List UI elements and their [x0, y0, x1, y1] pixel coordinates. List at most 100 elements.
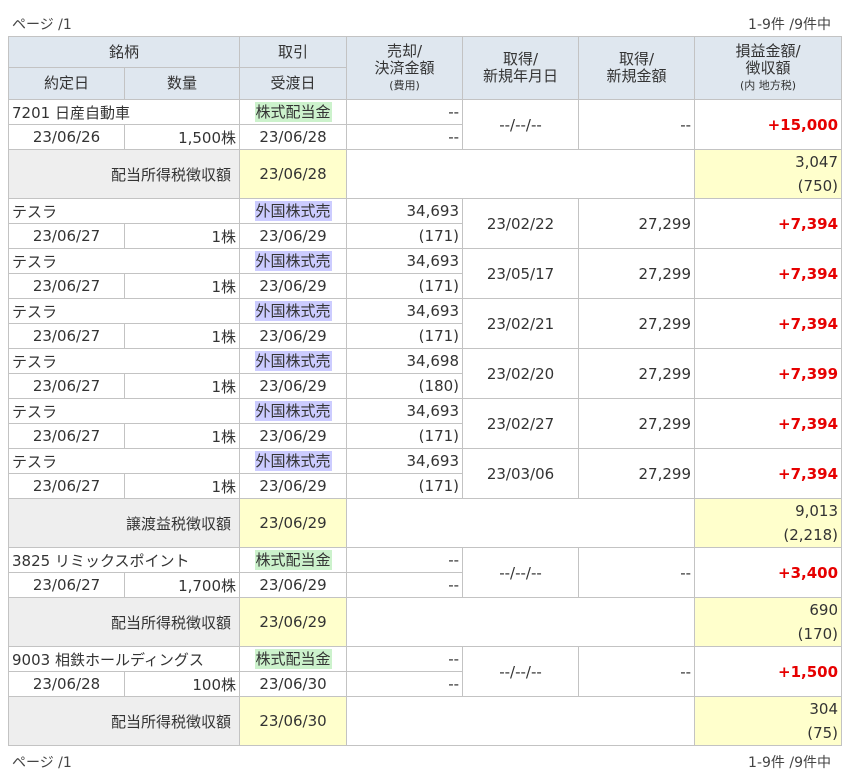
sell-amount: --: [346, 646, 464, 672]
trade-type-badge: 外国株式売: [254, 251, 332, 271]
tax-row: 配当所得税徴収額 23/06/28 3,047 (750): [7, 149, 843, 199]
header-shutoku-date-l1: 取得/: [502, 50, 539, 68]
acquisition-amount: 27,299: [578, 398, 696, 449]
trade-row: 3825 リミックスポイント 株式配当金 -- --/--/-- -- +3,400: [7, 547, 843, 598]
page-indicator: ページ /1: [12, 17, 72, 33]
tax-amount-cell: 3,047 (750): [694, 149, 843, 199]
tax-label: 配当所得税徴収額: [7, 696, 241, 746]
security-name[interactable]: テスラ: [7, 198, 241, 224]
quantity: 1株: [123, 223, 241, 249]
header-pl-l2: 徴収額: [745, 58, 791, 77]
acquisition-amount: --: [578, 99, 696, 150]
tax-blank: [346, 696, 696, 746]
header-shutoku-date-l2: 新規年月日: [483, 67, 559, 85]
trade-type-badge: 株式配当金: [254, 102, 332, 122]
settlement-date: 23/06/28: [239, 124, 348, 150]
acquisition-date: 23/02/22: [462, 198, 580, 249]
contract-date: 23/06/27: [8, 473, 125, 499]
profit-loss: +7,394: [694, 448, 843, 499]
tax-label: 譲渡益税徴収額: [7, 498, 241, 548]
sell-amount: 34,693: [346, 298, 464, 324]
profit-loss: +7,394: [694, 298, 843, 349]
sell-fee: --: [346, 572, 464, 598]
tax-blank: [346, 149, 696, 199]
tax-amount-cell: 690 (170): [694, 597, 843, 647]
settlement-date: 23/06/29: [239, 223, 348, 249]
acquisition-date: --/--/--: [462, 547, 580, 598]
header-baikyaku: 売却/ 決済金額 (費用): [346, 36, 464, 100]
sell-amount: --: [346, 99, 464, 125]
trade-row: テスラ 外国株式売 34,693 23/02/22 27,299 +7,394: [7, 198, 843, 249]
trade-row: 9003 相鉄ホールディングス 株式配当金 -- --/--/-- -- +1,500: [7, 646, 843, 697]
tax-blank: [346, 498, 696, 548]
tax-local-amount: (170): [797, 625, 839, 643]
trade-type-cell: 外国株式売: [239, 448, 348, 474]
tax-row: 配当所得税徴収額 23/06/30 304 (75): [7, 696, 843, 746]
trade-row: テスラ 外国株式売 34,693 23/05/17 27,299 +7,394: [7, 248, 843, 299]
quantity: 1株: [123, 323, 241, 349]
header-shutoku-amt-l1: 取得/: [618, 50, 655, 68]
tax-blank: [346, 597, 696, 647]
header-baikyaku-l3: (費用): [389, 78, 420, 92]
profit-loss: +7,394: [694, 398, 843, 449]
profit-loss: +7,394: [694, 248, 843, 299]
sell-fee: (171): [346, 273, 464, 299]
sell-amount: 34,693: [346, 398, 464, 424]
settlement-date: 23/06/29: [239, 473, 348, 499]
contract-date: 23/06/27: [8, 572, 125, 598]
header-baikyaku-l2: 決済金額: [374, 58, 435, 77]
tax-row: 配当所得税徴収額 23/06/29 690 (170): [7, 597, 843, 647]
acquisition-amount: 27,299: [578, 348, 696, 399]
contract-date: 23/06/27: [8, 223, 125, 249]
security-name[interactable]: テスラ: [7, 348, 241, 374]
trade-type-badge: 株式配当金: [254, 649, 332, 669]
trade-type-badge: 外国株式売: [254, 401, 332, 421]
header-meigara: 銘柄: [7, 36, 241, 68]
header-pl: 損益金額/ 徴収額 (内 地方税): [694, 36, 843, 100]
trade-type-badge: 外国株式売: [254, 451, 332, 471]
trade-row: テスラ 外国株式売 34,693 23/02/27 27,299 +7,394: [7, 398, 843, 449]
header-suryo: 数量: [123, 67, 241, 100]
settlement-date: 23/06/29: [239, 323, 348, 349]
trade-row: テスラ 外国株式売 34,693 23/03/06 27,299 +7,394: [7, 448, 843, 499]
security-name[interactable]: 3825 リミックスポイント: [7, 547, 241, 573]
security-name[interactable]: 9003 相鉄ホールディングス: [7, 646, 241, 672]
quantity: 1株: [123, 423, 241, 449]
trade-type-cell: 株式配当金: [239, 646, 348, 672]
trade-row: テスラ 外国株式売 34,698 23/02/20 27,299 +7,399: [7, 348, 843, 399]
acquisition-date: 23/05/17: [462, 248, 580, 299]
sell-amount: 34,693: [346, 248, 464, 274]
security-name[interactable]: テスラ: [7, 398, 241, 424]
sell-fee: (171): [346, 423, 464, 449]
sell-fee: (171): [346, 473, 464, 499]
tax-local-amount: (75): [807, 724, 839, 742]
tax-label: 配当所得税徴収額: [7, 597, 241, 647]
settlement-date: 23/06/29: [239, 373, 348, 399]
security-name[interactable]: テスラ: [7, 448, 241, 474]
trade-history-table: 銘柄 取引 売却/ 決済金額 (費用) 取得/ 新規年月日 取得/ 新規金額 損…: [7, 36, 843, 746]
sell-amount: --: [346, 547, 464, 573]
security-name[interactable]: テスラ: [7, 248, 241, 274]
sell-amount: 34,693: [346, 198, 464, 224]
acquisition-amount: --: [578, 547, 696, 598]
settlement-date: 23/06/29: [239, 273, 348, 299]
pager-bottom: ページ /1 1-9件 /9件中: [12, 752, 831, 772]
header-ukewatashi: 受渡日: [239, 67, 348, 100]
profit-loss: +7,394: [694, 198, 843, 249]
acquisition-date: 23/03/06: [462, 448, 580, 499]
security-name[interactable]: 7201 日産自動車: [7, 99, 241, 125]
tax-amount: 304: [809, 700, 839, 718]
tax-date: 23/06/30: [239, 696, 348, 746]
security-name[interactable]: テスラ: [7, 298, 241, 324]
tax-date: 23/06/28: [239, 149, 348, 199]
quantity: 100株: [123, 671, 241, 697]
result-count: 1-9件 /9件中: [748, 17, 831, 33]
trade-type-cell: 外国株式売: [239, 248, 348, 274]
header-pl-l1: 損益金額/: [735, 41, 801, 60]
acquisition-date: 23/02/21: [462, 298, 580, 349]
acquisition-amount: --: [578, 646, 696, 697]
quantity: 1株: [123, 473, 241, 499]
contract-date: 23/06/28: [8, 671, 125, 697]
profit-loss: +1,500: [694, 646, 843, 697]
header-torihiki: 取引: [239, 36, 348, 68]
